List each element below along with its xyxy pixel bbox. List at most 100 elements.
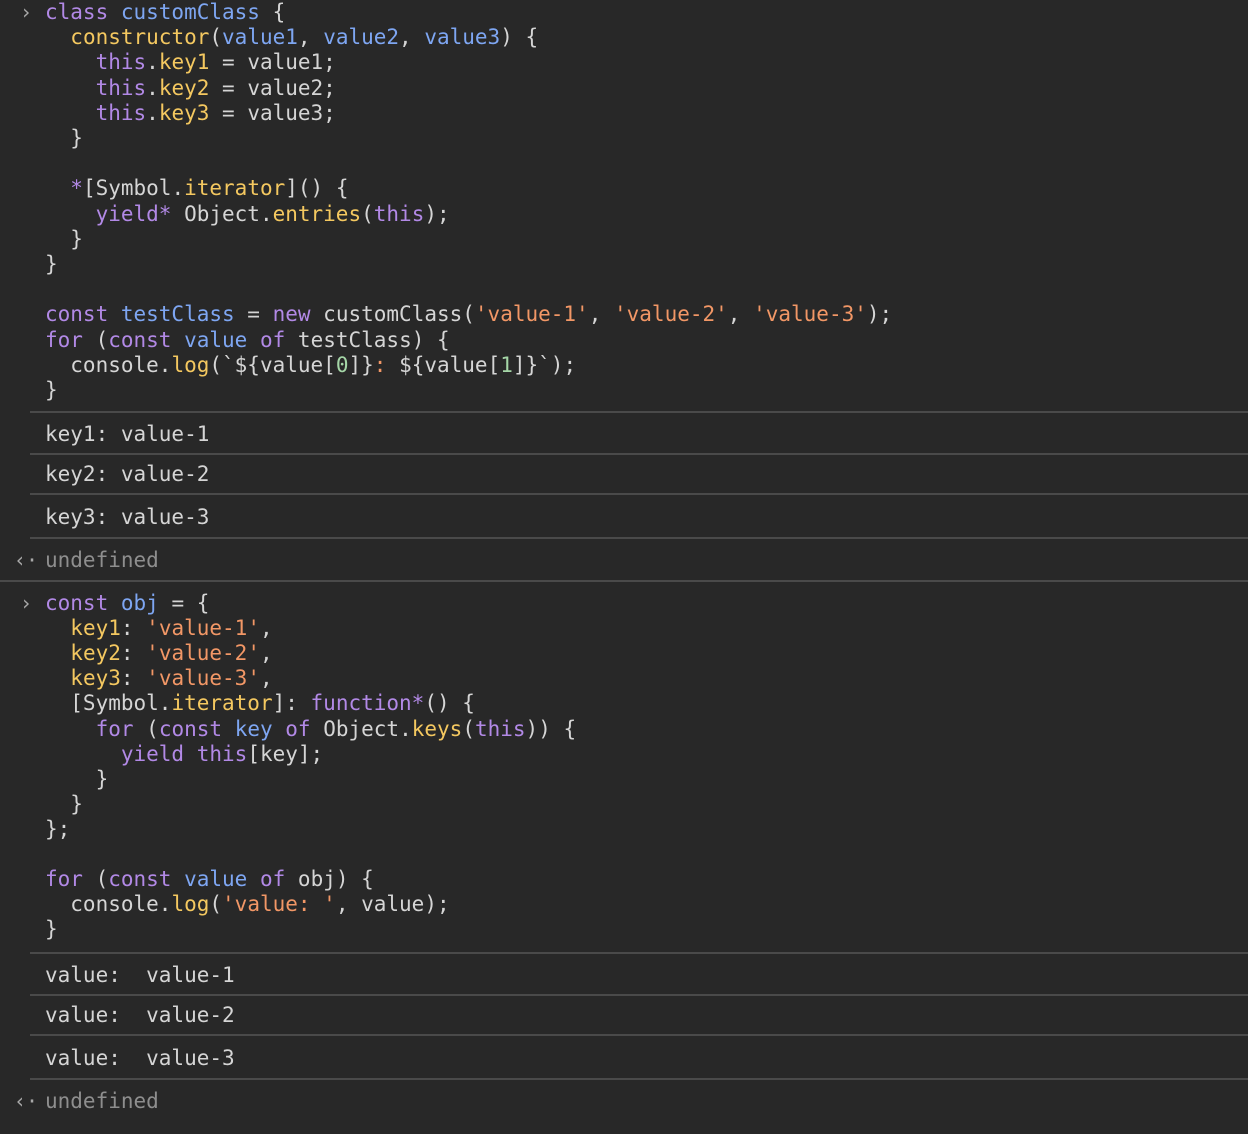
console-output-row: value: value-2 xyxy=(30,994,1248,1036)
code-token: ); xyxy=(866,302,893,327)
code-token: 'value-3' xyxy=(753,302,867,327)
code-token: ${value[ xyxy=(399,352,501,377)
code-token: value xyxy=(184,867,248,892)
code-line: const obj = { xyxy=(45,591,209,616)
input-prompt-icon: › xyxy=(19,591,33,615)
result-arrow-icon: ‹· xyxy=(14,548,39,572)
code-token: ]} xyxy=(348,352,374,377)
code-token: . xyxy=(146,75,159,100)
code-line: } xyxy=(45,917,58,942)
code-line: } xyxy=(45,378,58,403)
console-output-row: value: value-3 xyxy=(30,1036,1248,1080)
code-token: for xyxy=(95,716,134,741)
console-output-row: value: value-1 xyxy=(30,952,1248,996)
code-line: } xyxy=(45,252,58,277)
code-token: 'value: ' xyxy=(222,892,336,917)
code-token: Object. xyxy=(171,201,273,226)
code-token: : xyxy=(120,666,147,691)
code-token: customClass( xyxy=(310,302,475,327)
code-line: *[Symbol.iterator]() { xyxy=(45,176,348,201)
code-line: } xyxy=(45,792,83,817)
console-log-text: key2: value-2 xyxy=(45,462,210,486)
console-log-text: key1: value-1 xyxy=(45,422,210,446)
code-token: , xyxy=(259,616,273,641)
code-line: this.key1 = value1; xyxy=(45,50,336,75)
code-token: , xyxy=(297,25,324,50)
code-line: for (const value of testClass) { xyxy=(45,328,450,353)
code-token: obj) { xyxy=(285,867,374,892)
code-token: for xyxy=(45,327,83,352)
code-token: = value3; xyxy=(209,100,336,125)
code-token: key1 xyxy=(158,50,210,75)
code-token: value1 xyxy=(222,25,298,50)
code-token: testClass xyxy=(120,302,235,327)
code-token: { xyxy=(259,0,286,24)
code-token: const xyxy=(108,867,172,892)
code-token: key2 xyxy=(158,75,210,100)
code-token: of xyxy=(285,716,311,741)
code-token: const xyxy=(45,302,121,327)
input-prompt-icon: › xyxy=(19,0,33,24)
code-token: key xyxy=(234,716,273,741)
result-value: undefined xyxy=(45,548,159,572)
code-token: ); xyxy=(424,201,450,226)
code-token: ( xyxy=(82,867,109,892)
code-token: , value); xyxy=(335,892,450,917)
code-token: , xyxy=(259,666,273,691)
code-token: of xyxy=(259,327,286,352)
console-output-row: key3: value-3 xyxy=(30,495,1248,539)
console-log-text: value: value-2 xyxy=(45,1003,235,1027)
code-token: 0 xyxy=(335,352,349,377)
code-token: this xyxy=(95,50,147,75)
code-token: , xyxy=(259,641,273,666)
code-token: of xyxy=(259,867,286,892)
console-output-row: key1: value-1 xyxy=(30,411,1248,455)
code-line: this.key2 = value2; xyxy=(45,76,336,101)
code-token: } xyxy=(45,791,83,816)
code-token: yield* xyxy=(95,201,172,226)
code-token: new xyxy=(272,302,311,327)
code-token: key3 xyxy=(158,100,210,125)
code-token: ( xyxy=(82,327,109,352)
result-arrow-icon: ‹· xyxy=(14,1089,39,1113)
code-token: key2 xyxy=(70,641,121,666)
code-token: log xyxy=(171,892,210,917)
code-token: value xyxy=(184,327,248,352)
code-token: : xyxy=(120,616,147,641)
code-token: , xyxy=(588,302,614,327)
code-token: 'value-3' xyxy=(146,666,260,691)
code-line: console.log(`${value[0]}: ${value[1]}`); xyxy=(45,353,576,378)
code-token: [Symbol. xyxy=(82,176,185,201)
code-token: value2 xyxy=(323,25,400,50)
code-token: key3 xyxy=(70,666,121,691)
code-token: [key]; xyxy=(247,741,324,766)
code-token: } xyxy=(45,126,83,150)
code-token: . xyxy=(146,100,159,125)
code-line: key3: 'value-3', xyxy=(45,666,273,691)
code-token: = value1; xyxy=(209,50,336,75)
code-token: ( xyxy=(209,892,223,917)
code-token: entries xyxy=(272,201,362,226)
code-token: for xyxy=(45,867,83,892)
result-value: undefined xyxy=(45,1089,159,1113)
code-token: this xyxy=(373,201,425,226)
code-token: ( xyxy=(209,25,223,50)
code-token: obj xyxy=(120,591,159,615)
code-token: 'value-2' xyxy=(614,302,728,327)
code-token: } xyxy=(45,226,83,251)
code-token: (`${value[ xyxy=(209,352,336,377)
code-token: ( xyxy=(361,201,374,226)
code-token: this xyxy=(95,100,147,125)
code-line: } xyxy=(45,126,83,151)
